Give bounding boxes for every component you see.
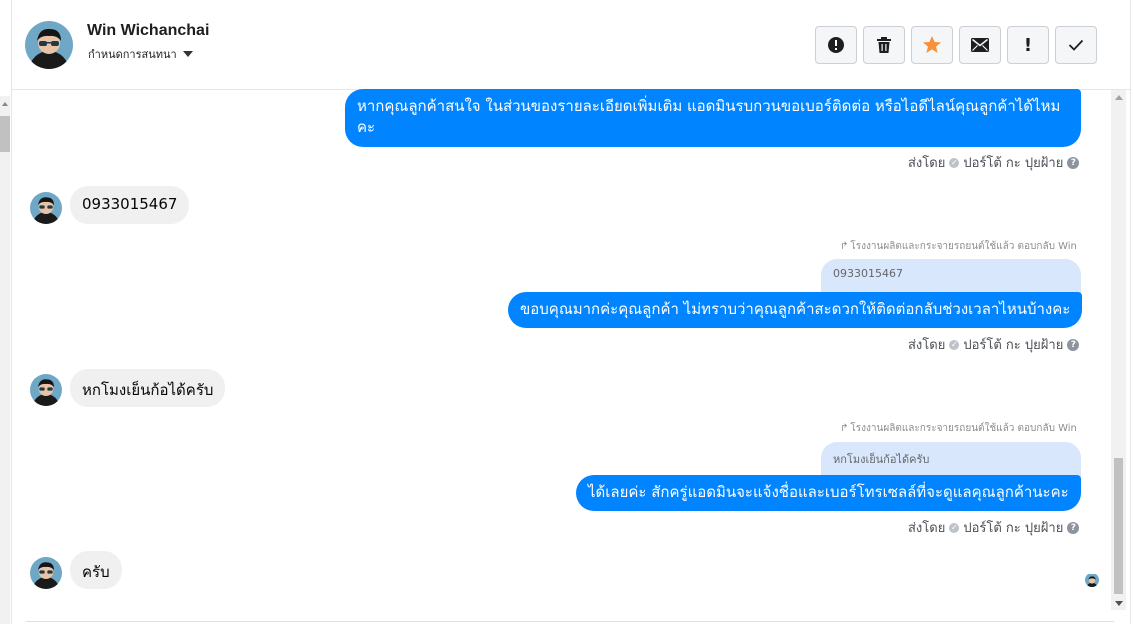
incoming-message[interactable]: ครับ bbox=[70, 551, 122, 589]
message-text: หากคุณลูกค้าสนใจ ในส่วนของรายละเอียดเพิ่… bbox=[357, 97, 1061, 136]
contact-avatar-small[interactable] bbox=[30, 374, 62, 406]
seen-indicator-avatar bbox=[1085, 573, 1099, 587]
check-circle-icon: ✓ bbox=[949, 522, 960, 533]
outgoing-message[interactable]: ได้เลยค่ะ สักครู่แอดมินจะแจ้งชื่อและเบอร… bbox=[576, 475, 1081, 511]
help-icon[interactable]: ? bbox=[1067, 521, 1080, 534]
message-text: หกโมงเย็นก้อได้ครับ bbox=[82, 381, 214, 399]
contact-avatar-small[interactable] bbox=[30, 557, 62, 589]
help-icon[interactable]: ? bbox=[1067, 338, 1080, 351]
message-scrollbar[interactable] bbox=[1111, 90, 1126, 610]
check-circle-icon: ✓ bbox=[949, 339, 960, 350]
message-text: ครับ bbox=[82, 563, 110, 581]
incoming-message[interactable]: หกโมงเย็นก้อได้ครับ bbox=[70, 369, 226, 407]
sent-by-info: ส่งโดย ✓ ปอร์โต้ กะ ปุยฝ้าย ? bbox=[908, 152, 1080, 173]
scroll-up-arrow-icon[interactable] bbox=[1115, 95, 1123, 100]
scrollbar-thumb[interactable] bbox=[1114, 458, 1123, 594]
help-icon[interactable]: ? bbox=[1067, 156, 1080, 169]
sent-by-info: ส่งโดย ✓ ปอร์โต้ กะ ปุยฝ้าย ? bbox=[908, 517, 1080, 538]
message-text: ได้เลยค่ะ สักครู่แอดมินจะแจ้งชื่อและเบอร… bbox=[588, 483, 1069, 501]
message-list: หากคุณลูกค้าสนใจ ในส่วนของรายละเอียดเพิ่… bbox=[0, 0, 1134, 624]
reply-context-text: โรงงานผลิตและกระจายรถยนต์ใช้แล้ว ตอบกลับ… bbox=[850, 241, 1077, 252]
sent-by-prefix: ส่งโดย bbox=[908, 338, 946, 353]
message-text: ขอบคุณมากค่ะคุณลูกค้า ไม่ทราบว่าคุณลูกค้… bbox=[520, 300, 1071, 318]
message-text: 0933015467 bbox=[82, 195, 178, 213]
reply-arrow-icon: ↱ bbox=[840, 241, 849, 252]
quoted-text: หกโมงเย็นก้อได้ครับ bbox=[833, 453, 930, 466]
sent-by-name[interactable]: ปอร์โต้ กะ ปุยฝ้าย bbox=[963, 517, 1063, 538]
check-circle-icon: ✓ bbox=[949, 157, 960, 168]
sent-by-prefix: ส่งโดย bbox=[908, 521, 946, 536]
contact-avatar-small[interactable] bbox=[30, 192, 62, 224]
scroll-down-arrow-icon[interactable] bbox=[1115, 601, 1123, 606]
sent-by-name[interactable]: ปอร์โต้ กะ ปุยฝ้าย bbox=[963, 334, 1063, 355]
outgoing-message[interactable]: ขอบคุณมากค่ะคุณลูกค้า ไม่ทราบว่าคุณลูกค้… bbox=[508, 292, 1083, 328]
reply-context-text: โรงงานผลิตและกระจายรถยนต์ใช้แล้ว ตอบกลับ… bbox=[850, 423, 1077, 434]
quoted-text: 0933015467 bbox=[833, 267, 903, 280]
outgoing-message[interactable]: หากคุณลูกค้าสนใจ ในส่วนของรายละเอียดเพิ่… bbox=[345, 89, 1081, 147]
sent-by-name[interactable]: ปอร์โต้ กะ ปุยฝ้าย bbox=[963, 152, 1063, 173]
sent-by-prefix: ส่งโดย bbox=[908, 156, 946, 171]
sent-by-info: ส่งโดย ✓ ปอร์โต้ กะ ปุยฝ้าย ? bbox=[908, 334, 1080, 355]
reply-context: ↱ โรงงานผลิตและกระจายรถยนต์ใช้แล้ว ตอบกล… bbox=[840, 421, 1077, 436]
incoming-message[interactable]: 0933015467 bbox=[70, 186, 190, 224]
reply-context: ↱ โรงงานผลิตและกระจายรถยนต์ใช้แล้ว ตอบกล… bbox=[840, 239, 1077, 254]
reply-arrow-icon: ↱ bbox=[840, 423, 849, 434]
